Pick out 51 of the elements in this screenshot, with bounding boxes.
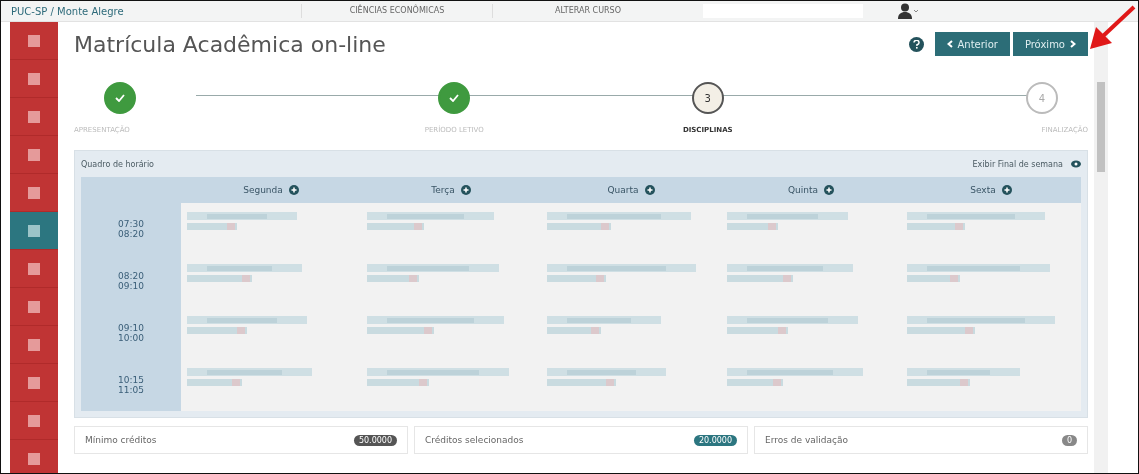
step-marker: 4 (1026, 82, 1058, 114)
day-header: Quinta (721, 177, 901, 203)
summary-label: Erros de validação (765, 435, 848, 445)
add-icon[interactable] (288, 185, 299, 195)
breadcrumb[interactable]: PUC-SP / Monte Alegre (1, 5, 301, 17)
chevron-left-icon (946, 40, 953, 48)
sidebar-item[interactable] (10, 212, 58, 250)
module-icon (28, 72, 40, 85)
module-icon (28, 34, 40, 47)
time-slot: 08:20 09:10 (81, 255, 181, 307)
help-icon[interactable] (908, 36, 924, 52)
previous-button[interactable]: Anterior (934, 32, 1010, 56)
next-button[interactable]: Próximo (1012, 32, 1088, 56)
module-icon (28, 300, 40, 313)
count-badge: 50.0000 (353, 434, 397, 446)
scrollbar[interactable] (1094, 22, 1108, 473)
day-header: Sexta (901, 177, 1081, 203)
top-link[interactable]: CIÊNCIAS ECONÔMICAS (301, 4, 492, 18)
count-badge: 20.0000 (693, 434, 737, 446)
module-icon (28, 376, 40, 389)
step-marker: 3 (691, 82, 724, 114)
weekend-toggle[interactable]: Exibir Final de semana (972, 159, 1081, 169)
module-icon (28, 262, 40, 275)
top-link[interactable]: ALTERAR CURSO (492, 4, 683, 18)
add-icon[interactable] (1001, 185, 1012, 195)
eye-icon[interactable] (1071, 160, 1081, 168)
add-icon[interactable] (644, 185, 655, 195)
module-icon (28, 452, 40, 465)
day-header: Segunda (181, 177, 361, 203)
chevron-right-icon (1070, 40, 1076, 48)
page-title: Matrícula Acadêmica on-line (74, 31, 387, 57)
time-slot: 09:10 10:00 (81, 307, 181, 359)
panel-title: Quadro de horário (81, 159, 154, 169)
check-icon (449, 94, 460, 102)
summary-label: Mínimo créditos (85, 435, 157, 445)
add-icon[interactable] (460, 185, 471, 195)
module-icon (28, 186, 40, 199)
module-icon (28, 224, 40, 237)
day-header: Terça (361, 177, 541, 203)
summary-label: Créditos selecionados (425, 435, 524, 445)
module-icon (28, 414, 40, 427)
user-icon[interactable] (898, 3, 920, 19)
time-slot: 10:15 11:05 (81, 359, 181, 411)
module-icon (28, 110, 40, 123)
day-header: Quarta (541, 177, 721, 203)
time-slot: 07:30 08:20 (81, 203, 181, 255)
check-icon (115, 94, 125, 102)
count-badge: 0 (1061, 434, 1077, 446)
module-icon (28, 338, 40, 351)
add-icon[interactable] (824, 185, 834, 195)
module-icon (28, 148, 40, 161)
